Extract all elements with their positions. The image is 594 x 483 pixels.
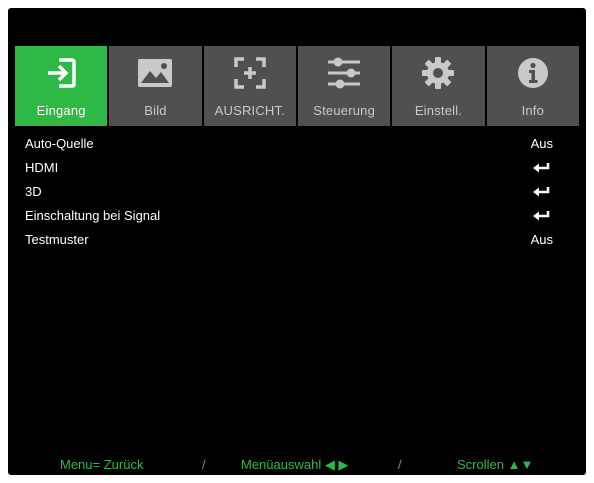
footer-hints: Menu= Zurück / Menüauswahl ◀ ▶ / Scrolle…: [8, 454, 586, 475]
tab-einstell[interactable]: Einstell.: [392, 46, 485, 126]
tab-ausricht[interactable]: AUSRICHT.: [203, 46, 296, 126]
menu-list: Auto-Quelle Aus HDMI 3D Einschaltung bei…: [8, 131, 586, 251]
tab-info[interactable]: Info: [486, 46, 579, 126]
gear-icon: [420, 55, 456, 91]
menu-item-testmuster[interactable]: Testmuster Aus: [8, 227, 586, 251]
image-icon: [137, 55, 173, 91]
menu-item-label: Testmuster: [25, 232, 89, 247]
menu-item-value: Aus: [530, 232, 553, 247]
tab-label: Info: [521, 103, 545, 118]
tab-eingang[interactable]: Eingang: [15, 46, 108, 126]
projector-osd-menu: Eingang Bild AUSRICHT. Steuerung Einstel…: [8, 8, 586, 475]
tab-label: Steuerung: [313, 103, 376, 118]
menu-item-auto-quelle[interactable]: Auto-Quelle Aus: [8, 131, 586, 155]
footer-scroll-hint: Scrollen ▲▼: [457, 457, 534, 472]
tab-steuerung[interactable]: Steuerung: [297, 46, 391, 126]
tab-bild[interactable]: Bild: [109, 46, 202, 126]
alignment-frame-icon: [232, 55, 268, 91]
menu-item-einschaltung-bei-signal[interactable]: Einschaltung bei Signal: [8, 203, 586, 227]
menu-item-value: Aus: [530, 136, 553, 151]
menu-item-3d[interactable]: 3D: [8, 179, 586, 203]
menu-item-hdmi[interactable]: HDMI: [8, 155, 586, 179]
menu-item-label: 3D: [25, 184, 42, 199]
menu-item-label: HDMI: [25, 160, 59, 175]
footer-back-hint: Menu= Zurück: [60, 457, 144, 472]
footer-select-hint: Menüauswahl ◀ ▶: [241, 457, 349, 472]
footer-separator: /: [202, 457, 206, 472]
tab-label: Bild: [144, 103, 167, 118]
input-arrow-icon: [43, 55, 79, 91]
tab-label: AUSRICHT.: [214, 103, 286, 118]
sliders-icon: [326, 55, 362, 91]
enter-icon: [533, 186, 551, 201]
enter-icon: [533, 162, 551, 177]
menu-item-label: Auto-Quelle: [25, 136, 94, 151]
tab-label: Eingang: [36, 103, 86, 118]
tab-bar: Eingang Bild AUSRICHT. Steuerung Einstel…: [15, 46, 579, 126]
info-icon: [515, 55, 551, 91]
tab-label: Einstell.: [414, 103, 463, 118]
enter-icon: [533, 210, 551, 225]
menu-item-label: Einschaltung bei Signal: [25, 208, 161, 223]
footer-separator: /: [398, 457, 402, 472]
